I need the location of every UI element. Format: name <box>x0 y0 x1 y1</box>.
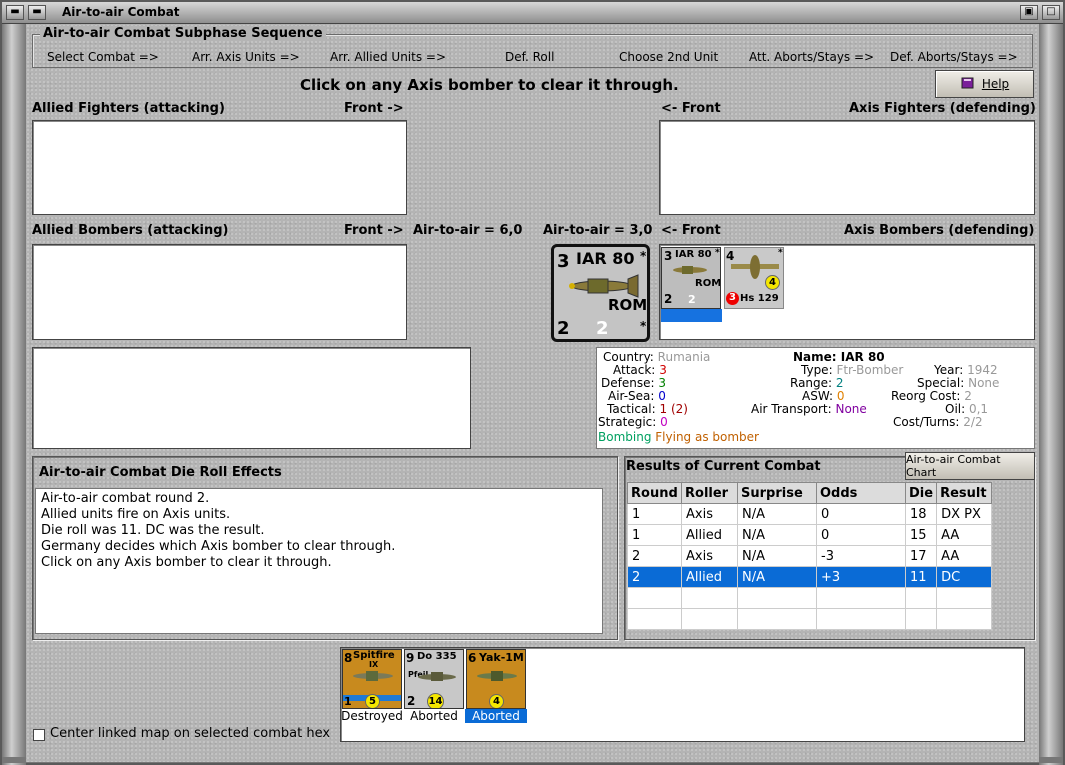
allied-bombers-box[interactable] <box>32 244 407 340</box>
table-row-empty <box>627 587 993 609</box>
attack-value: 3 <box>659 363 667 377</box>
axis-bomber-counter-iar80[interactable]: 3 IAR 80 * ROM 2 2 <box>661 247 721 309</box>
window-title: Air-to-air Combat <box>62 5 180 19</box>
minimize-button[interactable]: ▬ <box>28 5 46 20</box>
allied-unit-info-box <box>32 347 471 449</box>
unit-counter-do335[interactable]: 9 Do 335 Pfeil 2 14 <box>404 649 464 709</box>
table-row[interactable]: 1 Allied N/A 0 15 AA <box>627 524 993 546</box>
instruction-text: Click on any Axis bomber to clear it thr… <box>300 76 679 94</box>
seq-step-select-combat: Select Combat => <box>47 50 159 64</box>
defense-value: 3 <box>658 376 666 390</box>
reorg-value: 2 <box>964 389 972 403</box>
col-odds[interactable]: Odds <box>816 482 906 504</box>
asw-value: 0 <box>836 389 845 403</box>
seq-step-arr-allied: Arr. Allied Units => <box>330 50 447 64</box>
axis-bombers-front-label: <- Front <box>661 223 721 238</box>
seq-step-arr-axis: Arr. Axis Units => <box>192 50 300 64</box>
center-map-checkbox[interactable] <box>33 729 45 741</box>
unit-result-aborted-1: Aborted <box>410 709 458 723</box>
unit-counter-spitfire[interactable]: 8 Spitfire IX 1 5 <box>342 649 402 709</box>
unit-info-panel: Country: Rumania Attack: 3 Defense: 3 Ai… <box>596 347 1035 449</box>
name-value: IAR 80 <box>840 350 885 364</box>
results-title: Results of Current Combat <box>626 459 821 474</box>
allied-fighters-box[interactable] <box>32 120 407 215</box>
allied-bombers-label: Allied Bombers (attacking) <box>32 223 229 238</box>
unit-result-destroyed: Destroyed <box>341 709 403 723</box>
unit-counter-yak1m[interactable]: 6 Yak-1M 4 <box>466 649 526 709</box>
yak1m-plane-icon <box>473 666 521 690</box>
seq-step-att-aborts: Att. Aborts/Stays => <box>749 50 875 64</box>
die-roll-title: Air-to-air Combat Die Roll Effects <box>39 465 282 480</box>
strategic-value: 0 <box>660 415 668 429</box>
axis-bomber-counter-hs129[interactable]: 4 * 4 3 Hs 129 <box>724 247 784 309</box>
axis-fighters-front-label: <- Front <box>661 101 721 116</box>
col-result[interactable]: Result <box>936 482 993 504</box>
table-row-empty <box>627 608 993 630</box>
col-surprise[interactable]: Surprise <box>737 482 817 504</box>
help-label: Help <box>981 77 1010 91</box>
col-roller[interactable]: Roller <box>681 482 738 504</box>
sequence-legend: Air-to-air Combat Subphase Sequence <box>40 26 326 41</box>
airsea-value: 0 <box>658 389 666 403</box>
unit-result-aborted-2: Aborted <box>465 709 527 723</box>
die-roll-log: Air-to-air combat round 2. Allied units … <box>35 488 603 634</box>
center-map-label: Center linked map on selected combat hex <box>50 726 331 741</box>
year-value: 1942 <box>967 363 998 377</box>
tactical-value: 1 (2) <box>659 402 688 416</box>
airtransport-value: None <box>835 402 867 416</box>
window-menu-button[interactable]: ▬ <box>6 5 24 20</box>
counter-unit-name: IAR 80 <box>576 249 635 268</box>
allied-fighters-label: Allied Fighters (attacking) <box>32 101 225 116</box>
col-die[interactable]: Die <box>904 482 938 504</box>
oil-value: 0,1 <box>968 402 989 416</box>
costturns-value: 2/2 <box>963 415 983 429</box>
results-table: Round Roller Surprise Odds Die Result 1A… <box>627 482 993 630</box>
spitfire-plane-icon <box>349 666 397 690</box>
combat-window: ▬ ▬ Air-to-air Combat ▣ □ Air-to-air Com… <box>0 0 1065 765</box>
axis-air-to-air-label: Air-to-air = 3,0 <box>543 223 653 238</box>
left-frame <box>2 24 26 765</box>
axis-fighters-label: Axis Fighters (defending) <box>849 101 1036 116</box>
seq-step-def-aborts: Def. Aborts/Stays => <box>890 50 1018 64</box>
allied-bombers-front-label: Front -> <box>344 223 404 238</box>
table-row[interactable]: 1 Axis N/A 0 18 DX PX <box>627 503 993 525</box>
air-combat-chart-button[interactable]: Air-to-air Combat Chart <box>905 452 1035 480</box>
allied-air-to-air-label: Air-to-air = 6,0 <box>413 223 523 238</box>
book-icon <box>960 76 976 93</box>
table-row-selected[interactable]: 2 Allied N/A +3 11 DC <box>627 566 993 588</box>
type-value: Ftr-Bomber <box>836 363 904 377</box>
bombing-value: Flying as bomber <box>655 430 759 444</box>
axis-fighters-box[interactable] <box>659 120 1035 215</box>
seq-step-choose-2nd: Choose 2nd Unit <box>619 50 719 64</box>
restore-button[interactable]: ▣ <box>1020 5 1038 20</box>
special-value: None <box>968 376 1000 390</box>
do335-plane-icon <box>411 666 459 690</box>
title-bar[interactable]: ▬ ▬ Air-to-air Combat ▣ □ <box>2 2 1063 24</box>
maximize-button[interactable]: □ <box>1042 5 1060 20</box>
selected-unit-counter[interactable]: 3 IAR 80 * ROM 2 2 * <box>551 244 650 342</box>
axis-bombers-label: Axis Bombers (defending) <box>844 223 1035 238</box>
selected-counter-bar <box>661 309 722 322</box>
table-row[interactable]: 2 Axis N/A -3 17 AA <box>627 545 993 567</box>
range-value: 2 <box>835 376 844 390</box>
help-button[interactable]: Help <box>935 70 1034 98</box>
allied-fighters-front-label: Front -> <box>344 101 404 116</box>
country-value: Rumania <box>657 350 711 364</box>
col-round[interactable]: Round <box>627 482 682 504</box>
seq-step-def-roll: Def. Roll <box>505 50 555 64</box>
right-frame <box>1039 24 1063 765</box>
